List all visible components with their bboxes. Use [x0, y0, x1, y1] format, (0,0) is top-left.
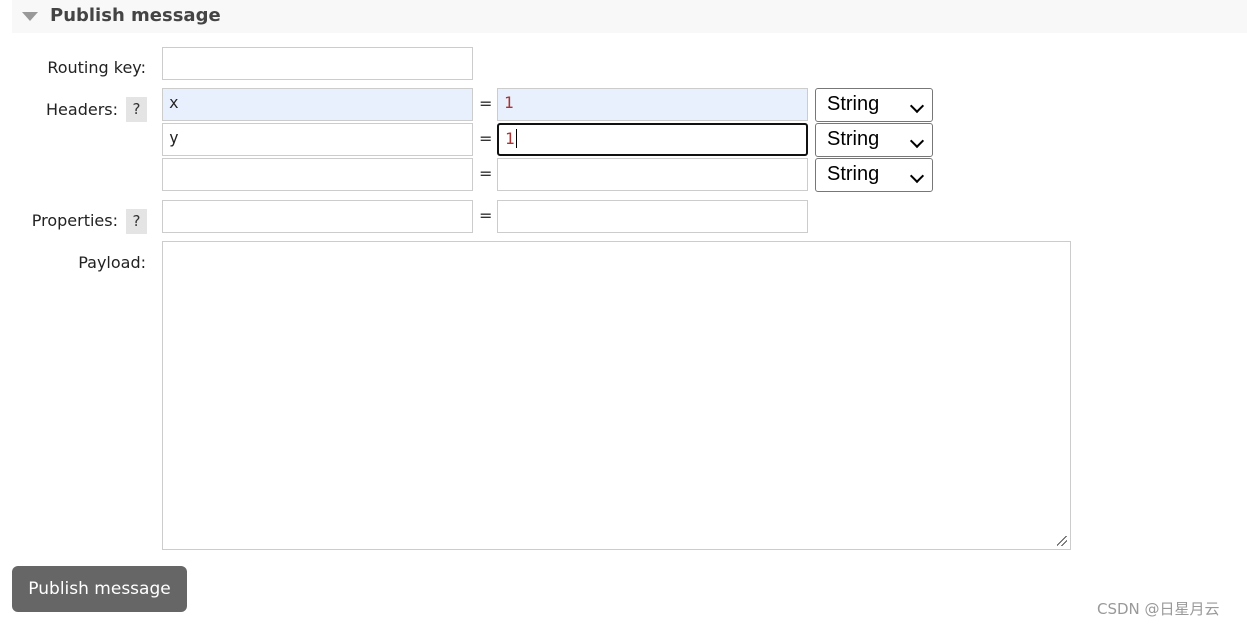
section-title: Publish message — [50, 5, 221, 26]
routing-key-input[interactable] — [162, 47, 473, 80]
properties-label: Properties: — [31, 211, 118, 230]
header-value-input[interactable]: 1 — [497, 88, 808, 121]
text-cursor: ​ — [515, 129, 517, 148]
header-key-input[interactable]: x — [162, 88, 473, 121]
equals-sign: = — [479, 164, 493, 183]
equals-sign: = — [479, 94, 493, 113]
payload-textarea[interactable] — [162, 241, 1071, 550]
input-text: 1 — [505, 129, 515, 148]
watermark: CSDN @日星月云 — [1097, 600, 1220, 618]
property-key-input[interactable] — [162, 200, 473, 233]
chevron-down-icon — [909, 98, 925, 114]
collapse-triangle-icon[interactable] — [22, 12, 38, 21]
chevron-down-icon — [909, 168, 925, 184]
equals-sign: = — [479, 206, 493, 225]
resize-handle-icon[interactable] — [1057, 536, 1067, 546]
header-key-input[interactable] — [162, 158, 473, 191]
header-type-select[interactable]: String — [815, 158, 933, 192]
select-value: String — [827, 128, 880, 150]
section-header[interactable]: Publish message — [12, 0, 1247, 33]
headers-help-button[interactable]: ? — [126, 97, 147, 122]
select-value: String — [827, 93, 880, 115]
routing-key-label: Routing key: — [47, 58, 146, 77]
equals-sign: = — [479, 129, 493, 148]
select-value: String — [827, 163, 880, 185]
properties-help-button[interactable]: ? — [126, 209, 147, 234]
header-type-select[interactable]: String — [815, 88, 933, 122]
header-key-input[interactable]: y — [162, 123, 473, 156]
property-value-input[interactable] — [497, 200, 808, 233]
header-type-select[interactable]: String — [815, 123, 933, 157]
header-value-input[interactable] — [497, 158, 808, 191]
publish-message-button[interactable]: Publish message — [12, 566, 187, 612]
payload-label: Payload: — [78, 253, 146, 272]
chevron-down-icon — [909, 133, 925, 149]
header-value-input-focused[interactable]: 1​ — [497, 123, 808, 156]
headers-label: Headers: — [46, 100, 118, 119]
